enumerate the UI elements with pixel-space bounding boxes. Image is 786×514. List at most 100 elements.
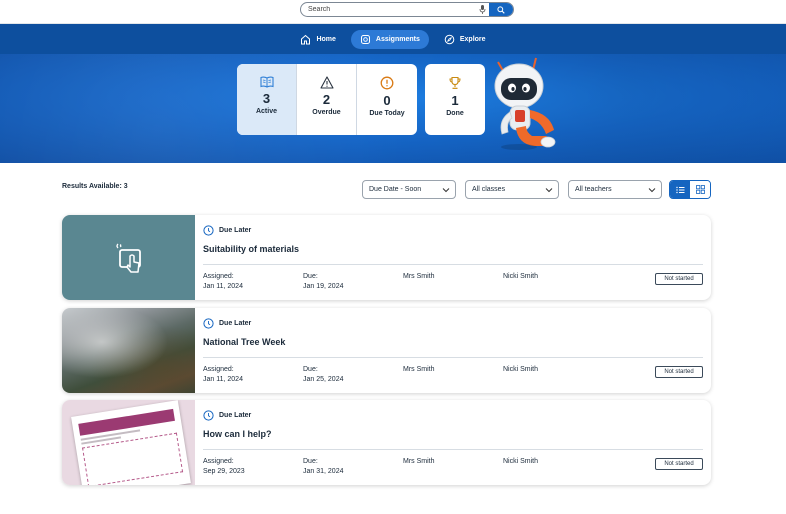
due-status: Due Later	[203, 318, 251, 329]
hero-banner: 3 Active 2 Overdue 0 Due Today 1 Done	[0, 54, 786, 163]
student-name: Nicki Smith	[503, 366, 539, 373]
assignment-title: How can I help?	[203, 429, 272, 439]
open-book-icon	[259, 76, 274, 88]
due-label: Due:	[303, 273, 318, 280]
due-status-label: Due Later	[219, 412, 252, 419]
due-info: Due: Jan 19, 2024	[303, 272, 343, 292]
assigned-date: Sep 29, 2023	[203, 468, 245, 475]
home-icon	[301, 34, 311, 44]
due-date: Jan 25, 2024	[303, 376, 344, 383]
status-badge: Not started	[655, 458, 703, 470]
assignment-thumbnail	[62, 400, 195, 485]
due-date: Jan 31, 2024	[303, 468, 344, 475]
status-badge: Not started	[655, 366, 703, 378]
due-info: Due: Jan 31, 2024	[303, 457, 343, 477]
list-view-button[interactable]	[670, 181, 690, 198]
clock-icon	[203, 318, 214, 329]
due-status: Due Later	[203, 410, 251, 421]
stats-group: 3 Active 2 Overdue 0 Due Today	[237, 64, 417, 135]
search-box	[300, 2, 514, 17]
stat-active-label: Active	[255, 108, 277, 115]
nav-home-label: Home	[316, 35, 336, 43]
stat-overdue-value: 2	[322, 92, 331, 107]
results-count: Results Available: 3	[62, 183, 128, 190]
stats-panel: 3 Active 2 Overdue 0 Due Today 1 Done	[237, 64, 485, 135]
teachers-dropdown-value: All teachers	[575, 186, 612, 193]
assigned-info: Assigned: Jan 11, 2024	[203, 365, 243, 385]
teacher-name: Mrs Smith	[403, 366, 435, 373]
due-status-label: Due Later	[219, 227, 252, 234]
search-icon	[497, 5, 505, 14]
warning-triangle-icon	[319, 76, 334, 89]
assignment-card[interactable]: Due Later Suitability of materials Assig…	[62, 215, 711, 300]
nav-explore[interactable]: Explore	[435, 30, 495, 49]
assignment-title: Suitability of materials	[203, 244, 300, 254]
nav-assignments[interactable]: Assignments	[350, 29, 429, 49]
teacher-name: Mrs Smith	[403, 458, 435, 465]
assignment-card[interactable]: Due Later National Tree Week Assigned: J…	[62, 308, 711, 393]
classes-dropdown[interactable]: All classes	[465, 180, 559, 199]
stat-done-label: Done	[446, 110, 464, 117]
student-name: Nicki Smith	[503, 458, 539, 465]
compass-icon	[444, 34, 455, 44]
nav-assignments-label: Assignments	[375, 35, 420, 43]
chevron-down-icon	[648, 188, 656, 193]
grid-view-button[interactable]	[690, 181, 710, 198]
main-nav: Home Assignments Explore	[0, 24, 786, 54]
stat-due-today[interactable]: 0 Due Today	[357, 64, 417, 135]
due-label: Due:	[303, 366, 318, 373]
sort-dropdown[interactable]: Due Date - Soon	[362, 180, 456, 199]
search-input[interactable]	[301, 3, 479, 16]
stat-overdue[interactable]: 2 Overdue	[297, 64, 357, 135]
assignment-title: National Tree Week	[203, 337, 286, 347]
top-bar	[0, 0, 786, 24]
assigned-info: Assigned: Sep 29, 2023	[203, 457, 245, 477]
chevron-down-icon	[442, 188, 450, 193]
assignment-thumbnail	[62, 308, 195, 393]
divider	[203, 264, 703, 265]
microphone-icon[interactable]	[477, 4, 487, 15]
stat-due-today-label: Due Today	[369, 110, 405, 117]
assigned-date: Jan 11, 2024	[203, 376, 243, 383]
status-badge: Not started	[655, 273, 703, 285]
assigned-label: Assigned:	[203, 273, 234, 280]
teachers-dropdown[interactable]: All teachers	[568, 180, 662, 199]
view-toggle	[669, 180, 711, 199]
trophy-icon	[449, 76, 461, 89]
assignment-card[interactable]: Due Later How can I help? Assigned: Sep …	[62, 400, 711, 485]
chevron-down-icon	[545, 188, 553, 193]
divider	[203, 449, 703, 450]
nav-home[interactable]: Home	[291, 30, 344, 49]
stat-overdue-label: Overdue	[312, 109, 341, 116]
assignments-icon	[360, 34, 370, 44]
worksheet-image	[71, 400, 191, 485]
classes-dropdown-value: All classes	[472, 186, 506, 193]
clock-icon	[203, 225, 214, 236]
stat-done[interactable]: 1 Done	[425, 64, 485, 135]
sort-dropdown-value: Due Date - Soon	[369, 186, 422, 193]
due-date: Jan 19, 2024	[303, 283, 344, 290]
stat-active-value: 3	[262, 91, 271, 106]
grid-icon	[695, 185, 705, 194]
search-button[interactable]	[489, 3, 513, 16]
divider	[203, 357, 703, 358]
assigned-label: Assigned:	[203, 458, 234, 465]
assigned-label: Assigned:	[203, 366, 234, 373]
interactive-touch-icon	[115, 243, 141, 273]
clock-icon	[203, 410, 214, 421]
due-label: Due:	[303, 458, 318, 465]
robot-mascot	[494, 57, 556, 150]
assigned-info: Assigned: Jan 11, 2024	[203, 272, 243, 292]
due-status: Due Later	[203, 225, 251, 236]
stat-active[interactable]: 3 Active	[237, 64, 297, 135]
due-info: Due: Jan 25, 2024	[303, 365, 343, 385]
assigned-date: Jan 11, 2024	[203, 283, 243, 290]
nav-explore-label: Explore	[459, 35, 486, 43]
due-status-label: Due Later	[219, 320, 252, 327]
teacher-name: Mrs Smith	[403, 273, 435, 280]
student-name: Nicki Smith	[503, 273, 539, 280]
assignment-thumbnail	[62, 215, 195, 300]
alert-circle-icon	[380, 76, 394, 90]
stat-due-today-value: 0	[383, 93, 391, 108]
stat-done-value: 1	[451, 93, 459, 108]
